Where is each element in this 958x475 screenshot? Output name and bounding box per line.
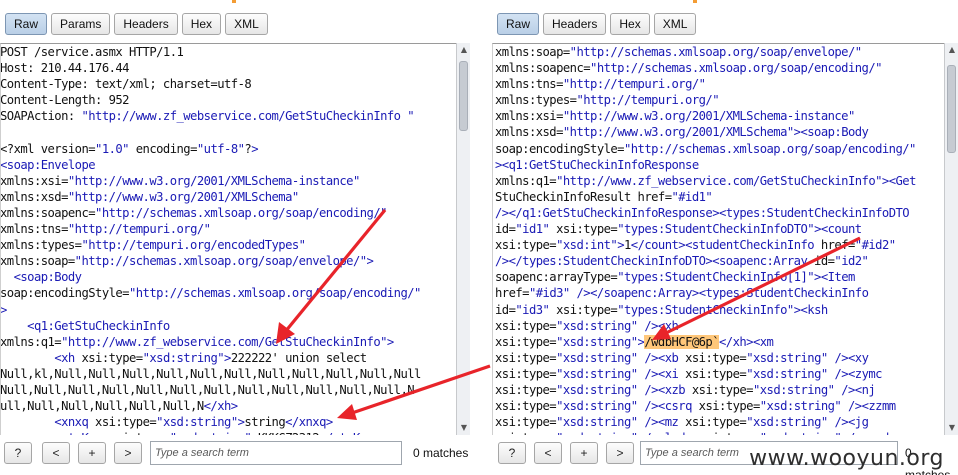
code-line: xmlns:tns="http://tempuri.org/" xyxy=(0,222,211,237)
code-line: xsi:type="xsd:string" /><csrq xsi:type="… xyxy=(495,399,896,414)
tab-xml[interactable]: XML xyxy=(653,13,697,35)
next-match-button[interactable]: > xyxy=(606,442,634,464)
code-line: xmlns:soap="http://schemas.xmlsoap.org/s… xyxy=(495,45,862,59)
match-count: 0 matches xyxy=(413,446,469,460)
code-line: Host: 210.44.176.44 xyxy=(0,61,130,76)
code-line: xmlns:types="http://tempuri.org/encodedT… xyxy=(0,238,306,253)
orange-marker xyxy=(232,0,236,3)
response-pane: Raw Headers Hex XML xmlns:soap="http://s… xyxy=(492,6,958,475)
code-line: ull,Null,Null,Null,Null,Null,N</xh> xyxy=(0,399,238,414)
code-line: ><q1:GetStuCheckinInfoResponse xyxy=(495,157,699,172)
code-line: xmlns:soapenc="http://schemas.xmlsoap.or… xyxy=(495,61,882,76)
code-line: Null,kl,Null,Null,Null,Null,Null,Null,Nu… xyxy=(0,366,421,381)
code-line: soap:encodingStyle="http://schemas.xmlso… xyxy=(0,286,421,301)
code-line: /></q1:GetStuCheckinInfoResponse><types:… xyxy=(495,205,910,220)
help-button[interactable]: ? xyxy=(498,442,526,464)
code-line: Content-Length: 952 xyxy=(0,93,130,108)
scroll-thumb[interactable] xyxy=(947,65,956,153)
code-line: > xyxy=(0,302,7,317)
tab-xml[interactable]: XML xyxy=(225,13,268,35)
request-editor[interactable]: POST /service.asmx HTTP/1.1 Host: 210.44.… xyxy=(0,43,456,435)
response-tabs: Raw Headers Hex XML xyxy=(492,6,958,39)
code-line: xmlns:xsi="http://www.w3.org/2001/XMLSch… xyxy=(495,109,855,124)
code-line: xmlns:xsd="http://www.w3.org/2001/XMLSch… xyxy=(495,125,869,140)
code-line: xsi:type="xsd:string" /><xh xyxy=(495,318,679,333)
response-code: xmlns:soap="http://schemas.xmlsoap.org/s… xyxy=(493,44,944,435)
code-line: xsi:type="xsd:string" /><xzb xsi:type="x… xyxy=(495,382,876,397)
code-line: Content-Type: text/xml; charset=utf-8 xyxy=(0,77,252,92)
code-line: <strKey xsi:type="xsd:string">KKKGZ2312<… xyxy=(1,430,456,435)
tab-params[interactable]: Params xyxy=(51,13,111,35)
scroll-up-icon[interactable]: ▲ xyxy=(946,44,958,56)
code-line: xmlns:xsd="http://www.w3.org/2001/XMLSch… xyxy=(0,189,299,204)
code-line: xsi:type="xsd:string" /><mz xsi:type="xs… xyxy=(495,415,869,430)
orange-marker xyxy=(693,0,697,3)
add-button[interactable]: + xyxy=(570,442,598,464)
code-line: xmlns:soap="http://schemas.xmlsoap.org/s… xyxy=(0,254,374,269)
code-line: <soap:Envelope xyxy=(0,157,96,172)
code-line: xsi:type="xsd:string" /><xb xsi:type="xs… xyxy=(495,350,869,365)
tab-headers[interactable]: Headers xyxy=(114,13,178,35)
code-line: <q1:GetStuCheckinInfo xyxy=(27,318,170,333)
request-scrollbar[interactable]: ▲ ▼ xyxy=(456,43,470,435)
code-line: SOAPAction: "http://www.zf_webservice.co… xyxy=(0,109,415,124)
code-line: xmlns:q1="http://www.zf_webservice.com/G… xyxy=(495,173,916,188)
tab-hex[interactable]: Hex xyxy=(610,13,650,35)
code-line: soap:encodingStyle="http://schemas.xmlso… xyxy=(495,141,916,156)
code-line: xsi:type="xsd:string" /><xi xsi:type="xs… xyxy=(495,366,883,381)
code-line: <?xml version="1.0" encoding="utf-8"?> xyxy=(0,141,259,156)
scroll-down-icon[interactable]: ▼ xyxy=(946,422,958,434)
scroll-thumb[interactable] xyxy=(459,61,468,131)
code-line: xsi:type="xsd:string" /><lydq xsi:type="… xyxy=(495,430,944,435)
next-match-button[interactable]: > xyxy=(114,442,142,464)
request-search-bar: ? < + > 0 matches xyxy=(0,439,470,469)
code-line: xmlns:xsi="http://www.w3.org/2001/XMLSch… xyxy=(0,173,360,188)
tab-raw[interactable]: Raw xyxy=(5,13,48,35)
watermark-text: www.wooyun.org xyxy=(749,446,944,471)
code-line: Null,Null,Null,Null,Null,Null,Null,Null,… xyxy=(0,382,415,397)
scroll-down-icon[interactable]: ▼ xyxy=(458,422,470,434)
code-line: <soap:Body xyxy=(13,270,82,285)
code-line: StuCheckinInfoResult href="#id1" xyxy=(495,189,713,204)
response-scrollbar[interactable]: ▲ ▼ xyxy=(944,43,958,435)
request-code: POST /service.asmx HTTP/1.1 Host: 210.44.… xyxy=(0,44,456,435)
code-line: xsi:type="xsd:string">/wdbHCF@6p`</xh><x… xyxy=(495,334,774,349)
tab-raw[interactable]: Raw xyxy=(497,13,540,35)
code-line: xmlns:q1="http://www.zf_webservice.com/G… xyxy=(0,334,394,349)
code-line: <xnxq xsi:type="xsd:string">string</xnxq… xyxy=(54,415,333,430)
scroll-up-icon[interactable]: ▲ xyxy=(458,44,470,56)
help-button[interactable]: ? xyxy=(4,442,32,464)
code-line: id="id3" xsi:type="types:StudentCheckinI… xyxy=(495,302,828,317)
request-tabs: Raw Params Headers Hex XML xyxy=(0,6,470,39)
request-pane: Raw Params Headers Hex XML POST /service… xyxy=(0,6,470,475)
code-line: xmlns:types="http://tempuri.org/" xyxy=(495,93,720,108)
code-line: xmlns:soapenc="http://schemas.xmlsoap.or… xyxy=(0,205,387,220)
search-input[interactable] xyxy=(150,441,402,465)
pane-divider[interactable] xyxy=(470,0,492,475)
add-button[interactable]: + xyxy=(78,442,106,464)
code-line: <xh xsi:type="xsd:string">222222' union … xyxy=(54,350,367,365)
prev-match-button[interactable]: < xyxy=(534,442,562,464)
code-line: /></types:StudentCheckinInfoDTO><soapenc… xyxy=(495,254,869,269)
code-line: href="#id3" /></soapenc:Array><types:Stu… xyxy=(495,286,869,301)
code-line: xsi:type="xsd:int">1</count><studentChec… xyxy=(495,238,896,253)
code-line: xmlns:tns="http://tempuri.org/" xyxy=(495,77,706,92)
code-line: id="id1" xsi:type="types:StudentCheckinI… xyxy=(495,222,862,237)
tab-headers[interactable]: Headers xyxy=(543,13,607,35)
response-editor[interactable]: xmlns:soap="http://schemas.xmlsoap.org/s… xyxy=(492,43,944,435)
code-line: POST /service.asmx HTTP/1.1 xyxy=(0,45,184,59)
prev-match-button[interactable]: < xyxy=(42,442,70,464)
tab-hex[interactable]: Hex xyxy=(181,13,222,35)
code-line: soapenc:arrayType="types:StudentCheckinI… xyxy=(495,270,855,285)
